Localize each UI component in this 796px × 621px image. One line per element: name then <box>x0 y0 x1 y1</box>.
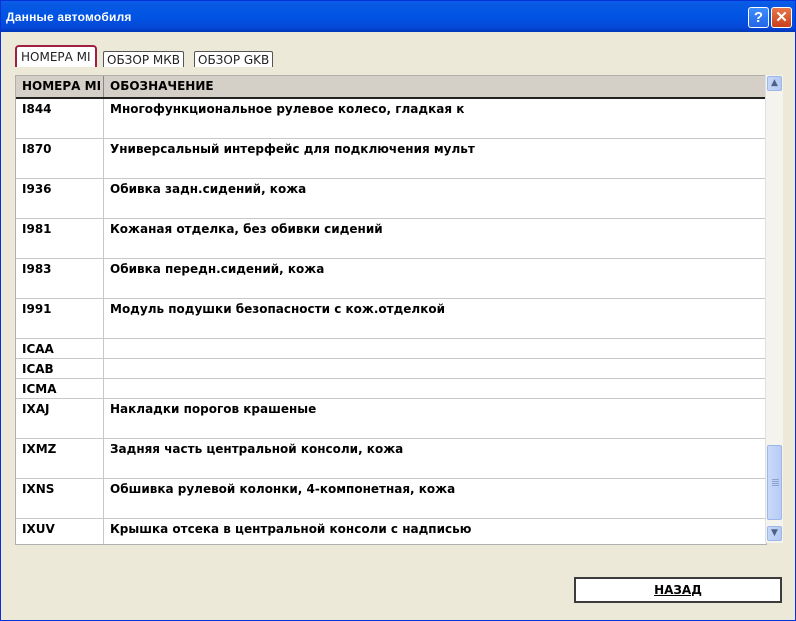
table-row[interactable]: I870 Универсальный интерфейс для подключе… <box>16 139 766 179</box>
tab-gkb-overview[interactable]: ОБЗОР GKB <box>194 51 274 67</box>
window-title: Данные автомобиля <box>6 10 132 24</box>
cell-designation: Обшивка рулевой колонки, 4-компонетная, … <box>110 482 456 496</box>
cell-code: ICAA <box>16 339 104 358</box>
cell-designation: Задняя часть центральной консоли, кожа <box>110 442 404 456</box>
table-row[interactable]: I844 Многофункциональное рулевое колесо, … <box>16 99 766 139</box>
cell-code: IXUV <box>16 519 104 544</box>
cell-code: I844 <box>16 99 104 138</box>
options-table: НОМЕРА МI ОБОЗНАЧЕНИЕ I844 Многофункциона… <box>15 75 767 545</box>
cell-code: IXAJ <box>16 399 104 438</box>
cell-designation: Обивка передн.сидений, кожа <box>110 262 325 276</box>
cell-code: I981 <box>16 219 104 258</box>
table-row[interactable]: I991 Модуль подушки безопасности с кож.от… <box>16 299 766 339</box>
cell-designation: Кожаная отделка, без обивки сидений <box>110 222 383 236</box>
table-row[interactable]: I983 Обивка передн.сидений, кожа <box>16 259 766 299</box>
cell-designation: Накладки порогов крашеные <box>110 402 317 416</box>
tab-mi-numbers[interactable]: НОМЕРА МI <box>15 45 97 67</box>
cell-designation: Модуль подушки безопасности с кож.отделк… <box>110 302 445 316</box>
tab-mkv-overview[interactable]: ОБЗОР МКВ <box>103 51 184 67</box>
vertical-scrollbar[interactable]: ▲ ▼ <box>765 75 783 543</box>
cell-designation: Обивка задн.сидений, кожа <box>110 182 307 196</box>
table-row[interactable]: I981 Кожаная отделка, без обивки сидений <box>16 219 766 259</box>
table-row[interactable]: ICMA <box>16 379 766 399</box>
cell-code: IXMZ <box>16 439 104 478</box>
column-header-designation[interactable]: ОБОЗНАЧЕНИЕ <box>104 76 766 97</box>
cell-code: ICMA <box>16 379 104 398</box>
column-header-code[interactable]: НОМЕРА МI <box>16 76 104 97</box>
table-row[interactable]: IXNS Обшивка рулевой колонки, 4-компонетн… <box>16 479 766 519</box>
cell-code: I991 <box>16 299 104 338</box>
cell-code: I936 <box>16 179 104 218</box>
scroll-up-icon[interactable]: ▲ <box>767 76 782 91</box>
cell-code: IXNS <box>16 479 104 518</box>
scroll-thumb[interactable] <box>767 445 782 520</box>
vehicle-data-window: Данные автомобиля ? ✕ НОМЕРА МI ОБЗОР МК… <box>0 0 796 621</box>
title-bar[interactable]: Данные автомобиля ? ✕ <box>1 1 795 32</box>
cell-code: ICAB <box>16 359 104 378</box>
table-row[interactable]: IXUV Крышка отсека в центральной консоли … <box>16 519 766 544</box>
table-header: НОМЕРА МI ОБОЗНАЧЕНИЕ <box>16 76 766 99</box>
cell-designation <box>104 379 766 398</box>
help-button[interactable]: ? <box>748 7 769 28</box>
table-row[interactable]: IXMZ Задняя часть центральной консоли, ко… <box>16 439 766 479</box>
cell-designation <box>104 359 766 378</box>
grip-icon <box>772 479 779 480</box>
cell-designation: Универсальный интерфейс для подключения … <box>110 142 475 156</box>
cell-code: I870 <box>16 139 104 178</box>
close-button[interactable]: ✕ <box>771 7 792 28</box>
table-row[interactable]: I936 Обивка задн.сидений, кожа <box>16 179 766 219</box>
cell-designation: Многофункциональное рулевое колесо, глад… <box>110 102 465 116</box>
back-button[interactable]: НАЗАД <box>574 577 782 603</box>
table-row[interactable]: ICAA <box>16 339 766 359</box>
cell-designation: Крышка отсека в центральной консоли с на… <box>110 522 472 536</box>
cell-designation <box>104 339 766 358</box>
table-row[interactable]: ICAB <box>16 359 766 379</box>
cell-code: I983 <box>16 259 104 298</box>
table-row[interactable]: IXAJ Накладки порогов крашеные <box>16 399 766 439</box>
scroll-down-icon[interactable]: ▼ <box>767 526 782 541</box>
